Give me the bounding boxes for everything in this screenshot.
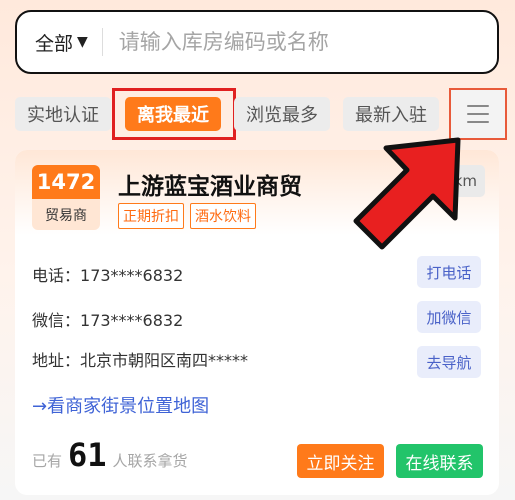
tag-category: 酒水饮料	[190, 203, 256, 229]
navigate-button[interactable]: 去导航	[417, 346, 481, 378]
menu-button[interactable]	[449, 88, 507, 140]
followers-prefix: 已有	[32, 452, 63, 470]
badge-number: 1472	[32, 165, 100, 199]
tab-nearest[interactable]: 离我最近	[125, 97, 221, 131]
follow-button[interactable]: 立即关注	[297, 444, 384, 478]
wechat-row: 微信：173****6832	[32, 307, 183, 331]
merchant-title[interactable]: 上游蓝宝酒业商贸	[118, 167, 302, 201]
search-input[interactable]	[116, 29, 481, 55]
address-label: 地址：	[32, 351, 81, 370]
tab-verified[interactable]: 实地认证	[15, 97, 111, 131]
filter-tabs: 实地认证 离我最近 浏览最多 最新入驻	[0, 88, 515, 140]
merchant-badge: 1472 贸易商	[32, 165, 100, 230]
tab-newest[interactable]: 最新入驻	[343, 97, 439, 131]
followers-suffix: 人联系拿货	[112, 452, 188, 470]
distance-badge: km	[431, 165, 485, 197]
street-view-map-link[interactable]: →看商家街景位置地图	[32, 392, 209, 418]
wechat-label: 微信：	[32, 311, 81, 330]
followers-info: 已有 61 人联系拿货	[32, 436, 188, 474]
chevron-down-icon: ▼	[77, 34, 88, 50]
phone-row: 电话：173****6832	[32, 262, 183, 286]
address-row: 地址：北京市朝阳区南四*****	[32, 347, 248, 371]
phone-value: 173****6832	[80, 266, 184, 285]
address-value: 北京市朝阳区南四*****	[80, 351, 249, 370]
wechat-value: 173****6832	[80, 311, 184, 330]
call-button[interactable]: 打电话	[417, 256, 481, 288]
tab-most-viewed[interactable]: 浏览最多	[234, 97, 330, 131]
tag-discount: 正期折扣	[118, 203, 184, 229]
scope-dropdown[interactable]: 全部 ▼	[35, 29, 88, 56]
add-wechat-button[interactable]: 加微信	[417, 301, 481, 333]
merchant-tags: 正期折扣 酒水饮料	[118, 203, 262, 229]
hamburger-menu-icon	[467, 105, 489, 123]
search-divider	[101, 28, 103, 56]
search-bar[interactable]: 全部 ▼	[15, 10, 499, 74]
followers-count: 61	[68, 436, 107, 474]
online-contact-button[interactable]: 在线联系	[396, 444, 483, 478]
merchant-card: 1472 贸易商 上游蓝宝酒业商贸 正期折扣 酒水饮料 km 电话：173***…	[15, 150, 499, 495]
phone-label: 电话：	[32, 266, 81, 285]
badge-type: 贸易商	[45, 207, 87, 224]
scope-label: 全部	[35, 32, 74, 55]
